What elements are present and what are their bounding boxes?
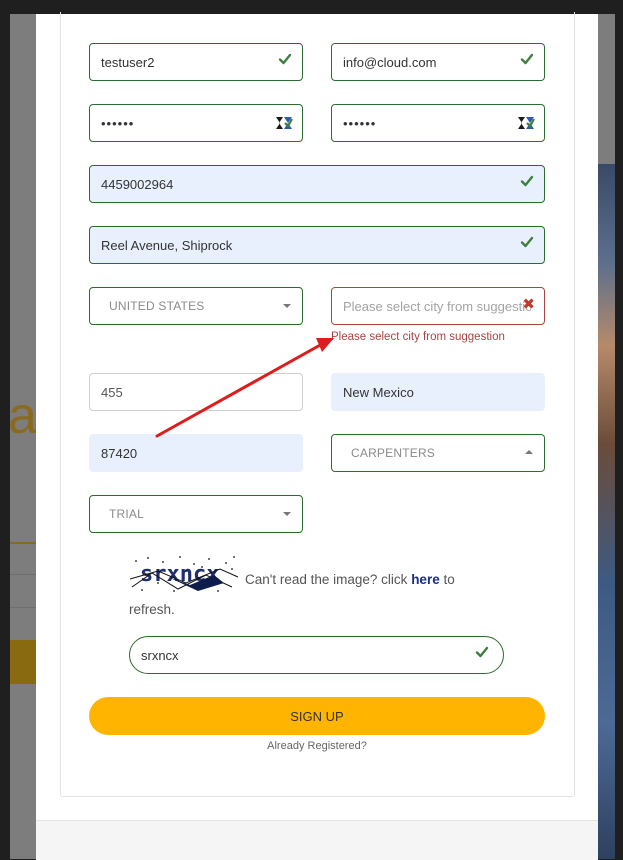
backdrop-photo (597, 164, 615, 859)
already-registered-link[interactable]: Already Registered? (89, 740, 545, 752)
backdrop-heading-fragment: a (10, 387, 37, 445)
check-icon (278, 52, 292, 66)
trade-select[interactable]: CARPENTERS (331, 434, 545, 472)
error-x-icon: ✖ (522, 295, 535, 313)
confirm-password-mask: •••••• (343, 115, 377, 131)
plan-value: TRIAL (109, 507, 145, 521)
country-value: UNITED STATES (109, 299, 205, 313)
suite-field[interactable]: 455 (89, 373, 303, 411)
captcha-input[interactable]: srxncx (129, 636, 504, 674)
caret-up-icon (525, 450, 533, 454)
email-field[interactable]: info@cloud.com (331, 43, 545, 81)
phone-field[interactable]: 4459002964 (89, 165, 545, 203)
city-error-message: Please select city from suggestion (331, 331, 505, 343)
signup-button[interactable]: SIGN UP (89, 697, 545, 735)
state-value: New Mexico (343, 384, 414, 400)
password-manager-icon[interactable] (517, 115, 535, 131)
state-field[interactable]: New Mexico (331, 373, 545, 411)
check-icon (520, 52, 534, 66)
country-select[interactable]: UNITED STATES (89, 287, 303, 325)
address-value: Reel Avenue, Shiprock (101, 237, 233, 253)
caret-down-icon (283, 304, 291, 308)
captcha-refresh-text: Can't read the image? click here to refr… (129, 565, 499, 625)
captcha-prompt: Can't read the image? click (245, 572, 408, 587)
username-value: testuser2 (101, 54, 155, 70)
captcha-refresh-link[interactable]: here (411, 572, 440, 587)
city-field[interactable]: Please select city from suggestion ✖ (331, 287, 545, 325)
check-icon (475, 645, 489, 659)
caret-down-icon (283, 512, 291, 516)
phone-value: 4459002964 (101, 176, 174, 192)
password-manager-icon[interactable] (275, 115, 293, 131)
check-icon (520, 174, 534, 188)
trade-value: CARPENTERS (351, 446, 436, 460)
password-mask: •••••• (101, 115, 135, 131)
check-icon (520, 235, 534, 249)
address-field[interactable]: Reel Avenue, Shiprock (89, 226, 545, 264)
email-value: info@cloud.com (343, 54, 437, 70)
zip-value: 87420 (101, 445, 138, 461)
password-field[interactable]: •••••• (89, 104, 303, 142)
confirm-password-field[interactable]: •••••• (331, 104, 545, 142)
suite-value: 455 (101, 384, 123, 400)
modal-footer (36, 820, 598, 860)
zip-field[interactable]: 87420 (89, 434, 303, 472)
plan-select[interactable]: TRIAL (89, 495, 303, 533)
city-placeholder: Please select city from suggestion (343, 298, 531, 314)
username-field[interactable]: testuser2 (89, 43, 303, 81)
captcha-input-value: srxncx (141, 647, 179, 663)
